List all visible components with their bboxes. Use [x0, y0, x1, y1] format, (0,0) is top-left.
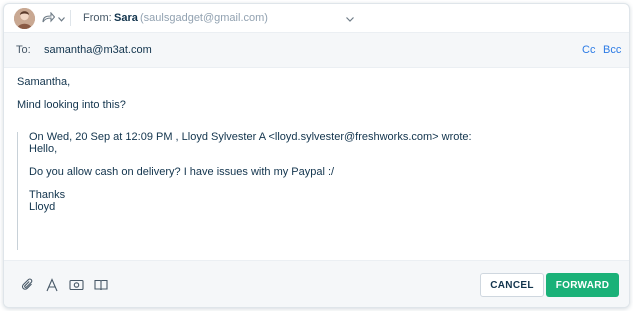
from-row: From: Sara (saulsgadget@gmail.com): [4, 4, 629, 32]
paperclip-icon[interactable]: [21, 278, 35, 292]
forward-arrow-icon: [42, 11, 56, 26]
quote-bar: [17, 132, 18, 250]
message-line: Mind looking into this?: [17, 99, 126, 111]
avatar: [14, 8, 35, 29]
from-email[interactable]: (saulsgadget@gmail.com): [140, 12, 268, 24]
to-label: To:: [16, 44, 31, 56]
quote-line: Do you allow cash on delivery? I have is…: [29, 166, 335, 178]
quote-header: On Wed, 20 Sep at 12:09 PM , Lloyd Sylve…: [29, 131, 472, 143]
cc-link[interactable]: Cc: [582, 44, 595, 56]
from-dropdown-chevron-icon[interactable]: [346, 13, 354, 25]
forward-button[interactable]: FORWARD: [546, 273, 619, 297]
compose-forward-card: From: Sara (saulsgadget@gmail.com) To: s…: [3, 3, 630, 308]
book-icon[interactable]: [94, 278, 108, 292]
quote-line: Thanks: [29, 189, 66, 201]
bcc-link[interactable]: Bcc: [603, 44, 621, 56]
chevron-down-icon: [58, 13, 65, 25]
from-label: From:: [83, 12, 112, 24]
to-row: To: samantha@m3at.com Cc Bcc: [4, 32, 629, 68]
divider: [70, 10, 71, 26]
cancel-button[interactable]: CANCEL: [480, 273, 544, 297]
text-format-icon[interactable]: [45, 278, 59, 292]
greeting: Samantha,: [17, 76, 71, 88]
quote-line: Lloyd: [29, 201, 56, 213]
to-recipient[interactable]: samantha@m3at.com: [44, 44, 152, 56]
compose-footer: CANCEL FORWARD: [4, 260, 629, 307]
image-icon[interactable]: [69, 278, 84, 292]
quote-line: Hello,: [29, 143, 58, 155]
reply-mode-selector[interactable]: [42, 11, 65, 26]
from-name[interactable]: Sara: [114, 12, 138, 24]
